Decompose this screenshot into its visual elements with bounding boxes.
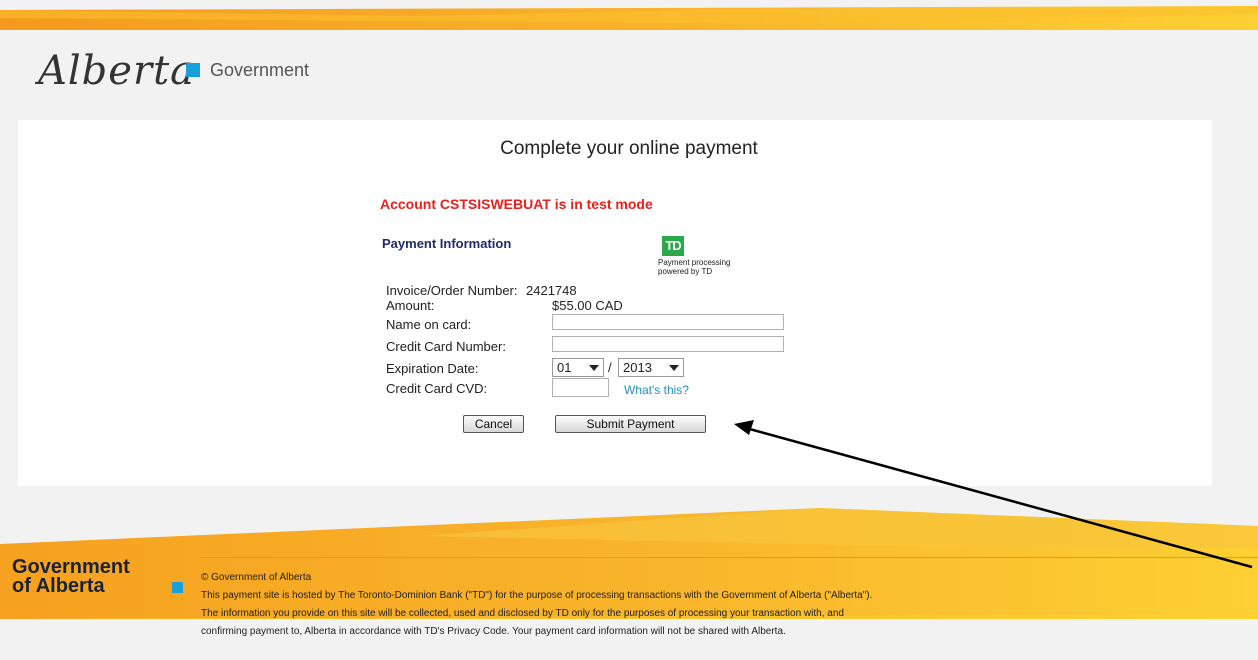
annotation-arrow bbox=[734, 420, 1253, 569]
